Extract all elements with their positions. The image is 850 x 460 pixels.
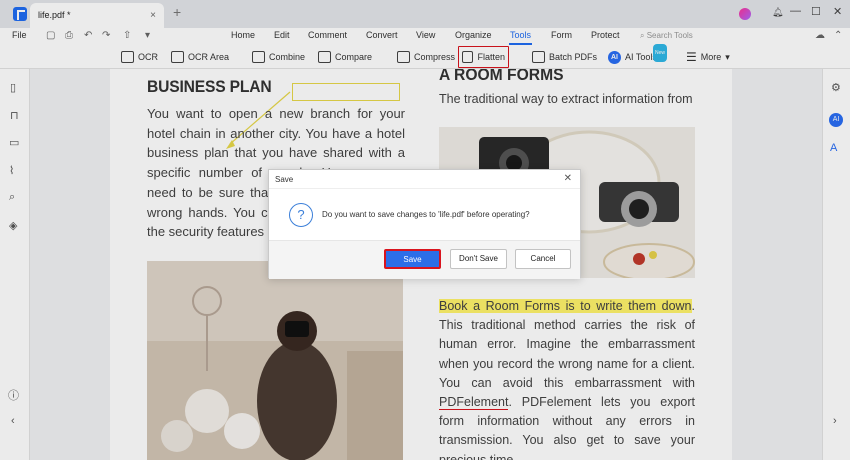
dont-save-button[interactable]: Don't Save: [450, 249, 507, 269]
cancel-button[interactable]: Cancel: [515, 249, 571, 269]
dialog-close-icon[interactable]: ✕: [564, 173, 572, 184]
save-dialog: Save ✕ ? Do you want to save changes to …: [268, 169, 581, 279]
dialog-separator: [269, 188, 580, 189]
dialog-title: Save: [275, 175, 294, 184]
question-icon: ?: [289, 203, 313, 227]
save-button[interactable]: Save: [384, 249, 441, 269]
dialog-footer: Save Don't Save Cancel: [269, 240, 580, 279]
dialog-message: Do you want to save changes to 'life.pdf…: [322, 210, 530, 219]
